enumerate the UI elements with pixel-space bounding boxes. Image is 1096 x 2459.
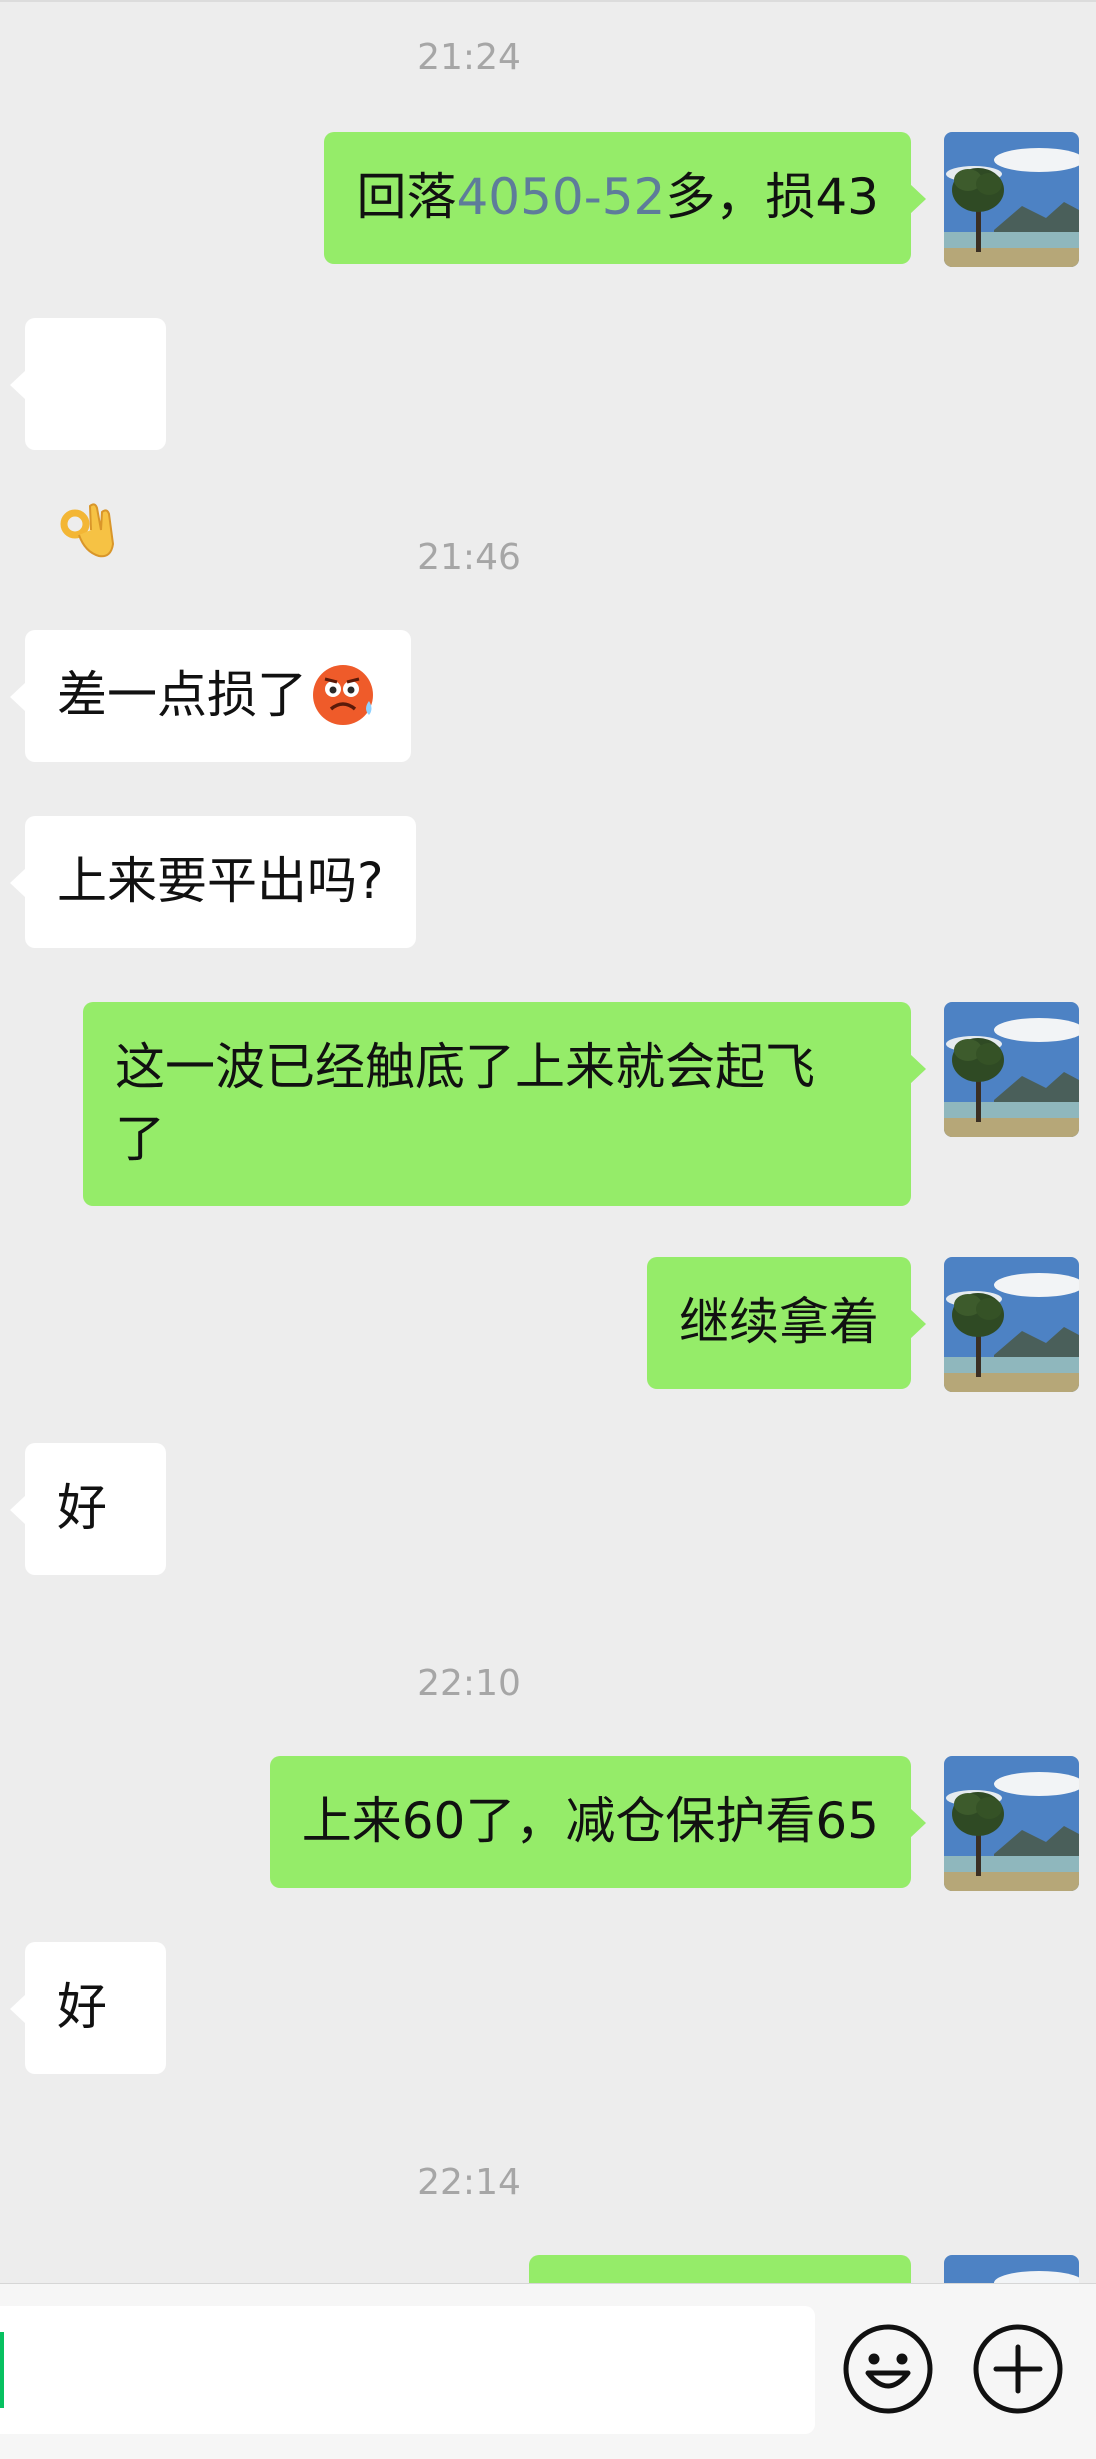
message-text: 继续拿着: [679, 1293, 879, 1351]
message-text: 多，损43: [665, 168, 879, 226]
their-message-bubble[interactable]: 差一点损了: [10, 630, 411, 762]
landscape-tree-avatar-image: [944, 1756, 1079, 1891]
message-input[interactable]: [0, 2306, 815, 2434]
my-avatar[interactable]: [944, 1002, 1079, 1137]
landscape-tree-avatar-image: [944, 1257, 1079, 1392]
input-bar: [0, 2283, 1096, 2459]
message-text: 这一波已经触底了上来就会起飞 了: [115, 1038, 815, 1168]
their-message-bubble[interactable]: 好: [10, 1443, 166, 1575]
smiley-icon: [843, 2324, 933, 2414]
emoji-button[interactable]: [840, 2321, 936, 2417]
text-cursor: [0, 2332, 4, 2408]
timestamp: 21:24: [417, 37, 521, 78]
their-message-bubble[interactable]: [10, 318, 166, 557]
their-message-bubble[interactable]: 好: [10, 1942, 166, 2074]
chat-area[interactable]: 21:24 回落4050-52多，损43 21:46 差一点损了 上来要平出吗?…: [0, 0, 1096, 2283]
timestamp: 22:14: [417, 2162, 521, 2203]
my-message-bubble[interactable]: 这一波已经触底了上来就会起飞 了: [83, 1002, 926, 1206]
my-message-bubble[interactable]: 上来60了，减仓保护看65: [269, 1756, 927, 1888]
message-text: 差一点损了: [57, 666, 307, 724]
their-message-bubble[interactable]: 上来要平出吗?: [10, 816, 416, 948]
my-avatar[interactable]: [944, 1257, 1079, 1392]
my-avatar[interactable]: [944, 132, 1079, 267]
landscape-tree-avatar-image: [944, 132, 1079, 267]
my-message-bubble[interactable]: 回落4050-52多，损43: [324, 132, 926, 264]
timestamp: 21:46: [417, 537, 521, 578]
plus-circle-icon: [973, 2324, 1063, 2414]
landscape-tree-avatar-image: [944, 2255, 1079, 2283]
my-message-bubble[interactable]: 继续拿着: [647, 1257, 926, 1389]
message-text: 回落: [356, 168, 457, 226]
message-text: 上来要平出吗?: [57, 852, 384, 910]
my-avatar[interactable]: [944, 1756, 1079, 1891]
message-text: 好: [57, 1479, 107, 1537]
message-number-link[interactable]: 4050-52: [456, 168, 665, 226]
timestamp: 22:10: [417, 1663, 521, 1704]
my-avatar[interactable]: [944, 2255, 1079, 2283]
frowning-sweat-emoji-icon: [313, 664, 373, 725]
message-text: 上来60了，减仓保护看65: [301, 1792, 879, 1850]
landscape-tree-avatar-image: [944, 1002, 1079, 1137]
more-button[interactable]: [970, 2321, 1066, 2417]
my-message-bubble-partial[interactable]: [529, 2255, 911, 2283]
message-text: 好: [57, 1978, 107, 2036]
